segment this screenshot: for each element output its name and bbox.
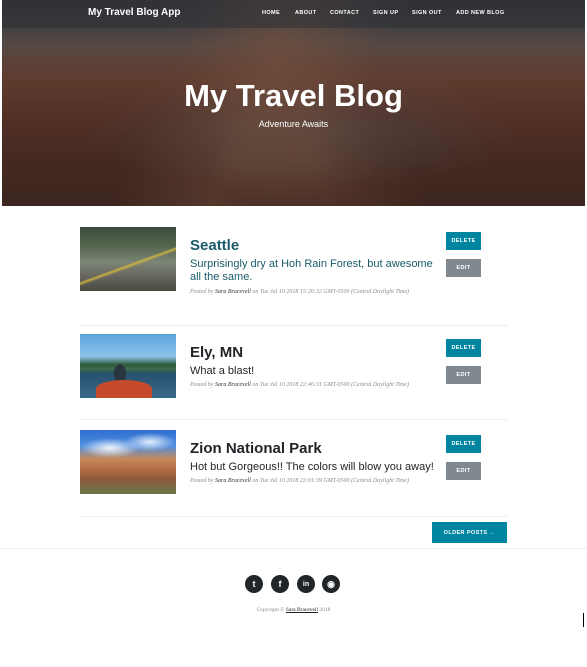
post-divider	[80, 516, 508, 517]
post-meta: Posted by Sara Bracevell on Tue Jul 10 2…	[190, 287, 460, 297]
navbar: My Travel Blog App HOME ABOUT CONTACT SI…	[2, 0, 585, 28]
post-subtitle[interactable]: Surprisingly dry at Hoh Rain Forest, but…	[190, 258, 435, 284]
github-icon[interactable]: ◉	[322, 575, 340, 593]
copyright-name-link[interactable]: Sara Bracevell	[286, 607, 318, 613]
post-thumbnail[interactable]	[80, 430, 176, 494]
post-author[interactable]: Sara Bracevell	[215, 289, 251, 295]
post-meta: Posted by Sara Bracevell on Tue Jul 10 2…	[190, 476, 460, 486]
delete-button[interactable]: DELETE	[446, 232, 481, 250]
edit-button[interactable]: EDIT	[446, 462, 481, 480]
edit-button[interactable]: EDIT	[446, 259, 481, 277]
copyright-prefix: Copyright ©	[256, 607, 285, 613]
post-card-seattle: Seattle Surprisingly dry at Hoh Rain For…	[80, 227, 508, 327]
twitter-icon[interactable]: t	[245, 575, 263, 593]
footer-divider	[0, 548, 587, 549]
post-subtitle[interactable]: What a blast!	[190, 365, 435, 378]
post-divider	[80, 325, 508, 326]
nav-signup-link[interactable]: SIGN UP	[373, 10, 398, 16]
text-cursor	[583, 613, 584, 627]
post-divider	[80, 419, 508, 420]
nav-links: HOME ABOUT CONTACT SIGN UP SIGN OUT ADD …	[2, 10, 585, 20]
copyright-year: 2018	[319, 607, 331, 613]
nav-home-link[interactable]: HOME	[262, 10, 280, 16]
posted-by-label: Posted by	[190, 289, 214, 295]
delete-button[interactable]: DELETE	[446, 435, 481, 453]
post-date: on Tue Jul 10 2018 22:46:31 GMT-0500 (Ce…	[252, 382, 410, 388]
post-date: on Tue Jul 10 2018 15:20:32 GMT-0500 (Ce…	[252, 289, 410, 295]
copyright: Copyright © Sara Bracevell 2018	[0, 607, 587, 613]
post-thumbnail[interactable]	[80, 334, 176, 398]
post-author[interactable]: Sara Bracevell	[215, 382, 251, 388]
nav-about-link[interactable]: ABOUT	[295, 10, 317, 16]
nav-add-new-blog-link[interactable]: ADD NEW BLOG	[456, 10, 505, 16]
post-meta: Posted by Sara Bracevell on Tue Jul 10 2…	[190, 380, 460, 390]
facebook-icon[interactable]: f	[271, 575, 289, 593]
post-title[interactable]: Seattle	[190, 237, 239, 254]
delete-button[interactable]: DELETE	[446, 339, 481, 357]
post-card-zion: Zion National Park Hot but Gorgeous!! Th…	[80, 430, 508, 530]
edit-button[interactable]: EDIT	[446, 366, 481, 384]
linkedin-icon[interactable]: in	[297, 575, 315, 593]
hero-header: My Travel Blog App HOME ABOUT CONTACT SI…	[2, 0, 585, 206]
post-date: on Tue Jul 10 2018 23:01:39 GMT-0500 (Ce…	[252, 478, 410, 484]
post-author[interactable]: Sara Bracevell	[215, 478, 251, 484]
page-title: My Travel Blog	[184, 78, 403, 113]
posted-by-label: Posted by	[190, 478, 214, 484]
nav-contact-link[interactable]: CONTACT	[330, 10, 359, 16]
nav-signout-link[interactable]: SIGN OUT	[412, 10, 442, 16]
post-thumbnail[interactable]	[80, 227, 176, 291]
post-title[interactable]: Zion National Park	[190, 440, 322, 457]
page-subtitle: Adventure Awaits	[258, 119, 329, 129]
post-title[interactable]: Ely, MN	[190, 344, 243, 361]
posted-by-label: Posted by	[190, 382, 214, 388]
older-posts-button[interactable]: OLDER POSTS →	[432, 522, 507, 543]
post-subtitle[interactable]: Hot but Gorgeous!! The colors will blow …	[190, 461, 435, 474]
